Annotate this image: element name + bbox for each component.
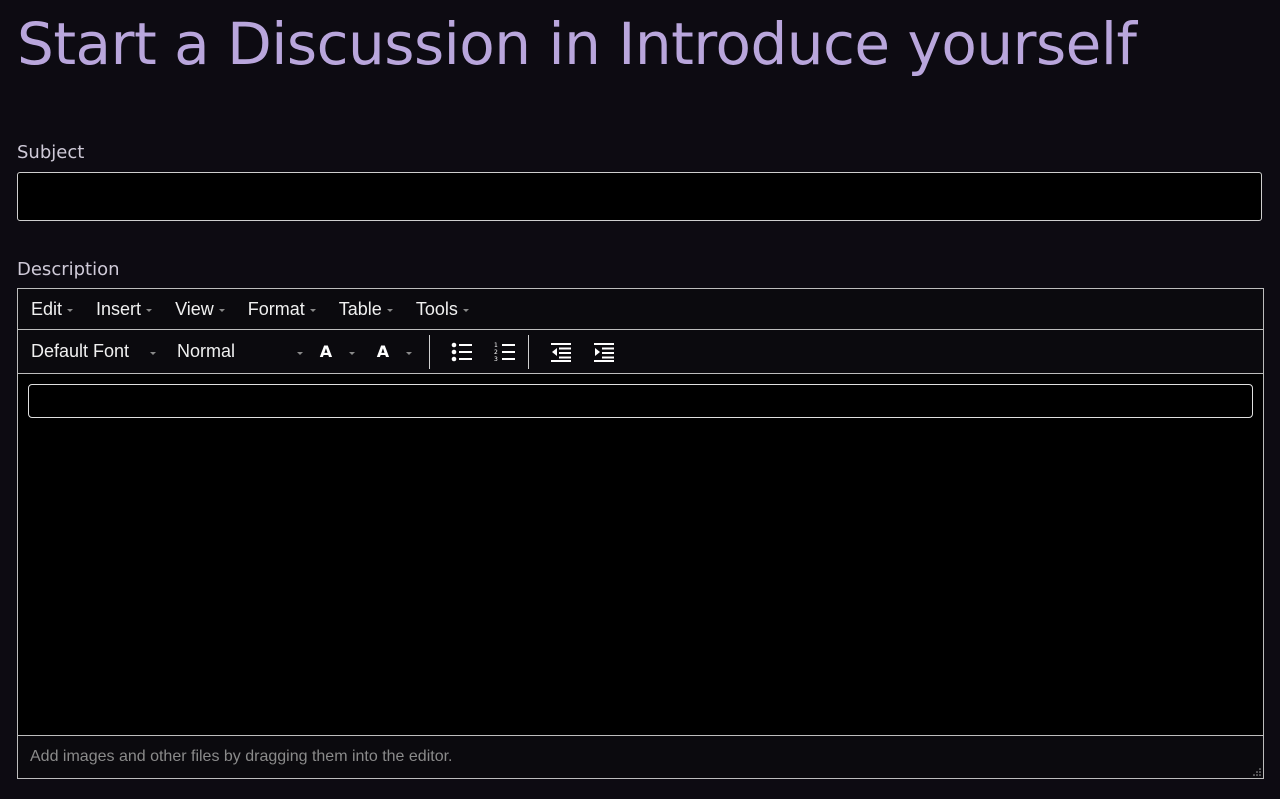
font-size-select[interactable]: Normal [177,341,303,362]
bullet-list-button[interactable] [440,335,483,369]
text-color-button[interactable]: A [315,342,372,361]
svg-text:2: 2 [494,349,498,356]
editor-menubar: Edit Insert View Format Table Tools [18,289,1263,330]
subject-input[interactable] [17,172,1262,221]
resize-handle-icon[interactable] [1251,766,1261,776]
menu-edit[interactable]: Edit [31,299,74,320]
page-title: Start a Discussion in Introduce yourself [17,10,1137,78]
chevron-down-icon [67,309,74,312]
chevron-down-icon [146,309,153,312]
svg-text:1: 1 [494,342,498,349]
menu-tools[interactable]: Tools [416,299,469,320]
menu-insert[interactable]: Insert [96,299,153,320]
chevron-down-icon [349,351,355,355]
description-label: Description [17,259,120,280]
indent-icon [593,342,614,362]
font-family-select[interactable]: Default Font [31,341,156,362]
numbered-list-icon: 1 2 3 [494,342,515,363]
outdent-icon [550,342,571,362]
toolbar-divider [528,334,529,369]
bullet-list-icon [451,342,472,361]
menu-format[interactable]: Format [248,299,316,320]
menu-table[interactable]: Table [339,299,393,320]
chevron-down-icon [218,309,225,312]
drag-files-hint: Add images and other files by dragging t… [30,748,453,765]
editor-paragraph[interactable] [28,384,1253,418]
editor-toolbar: Default Font Normal A A 1 2 3 [18,330,1263,374]
toolbar-divider [429,334,430,369]
chevron-down-icon [150,351,156,355]
background-color-icon: A [376,342,390,361]
chevron-down-icon [462,309,469,312]
chevron-down-icon [406,351,412,355]
chevron-down-icon [386,309,393,312]
text-color-icon: A [319,342,333,361]
indent-button[interactable] [582,335,625,369]
background-color-button[interactable]: A [372,342,429,361]
rich-text-editor: Edit Insert View Format Table Tools Defa… [17,288,1264,779]
svg-text:3: 3 [494,356,498,363]
chevron-down-icon [297,351,303,355]
editor-content-area[interactable] [18,374,1263,735]
numbered-list-button[interactable]: 1 2 3 [483,335,526,369]
chevron-down-icon [309,309,316,312]
menu-view[interactable]: View [175,299,225,320]
editor-statusbar: Add images and other files by dragging t… [18,735,1263,778]
subject-label: Subject [17,142,85,163]
outdent-button[interactable] [539,335,582,369]
